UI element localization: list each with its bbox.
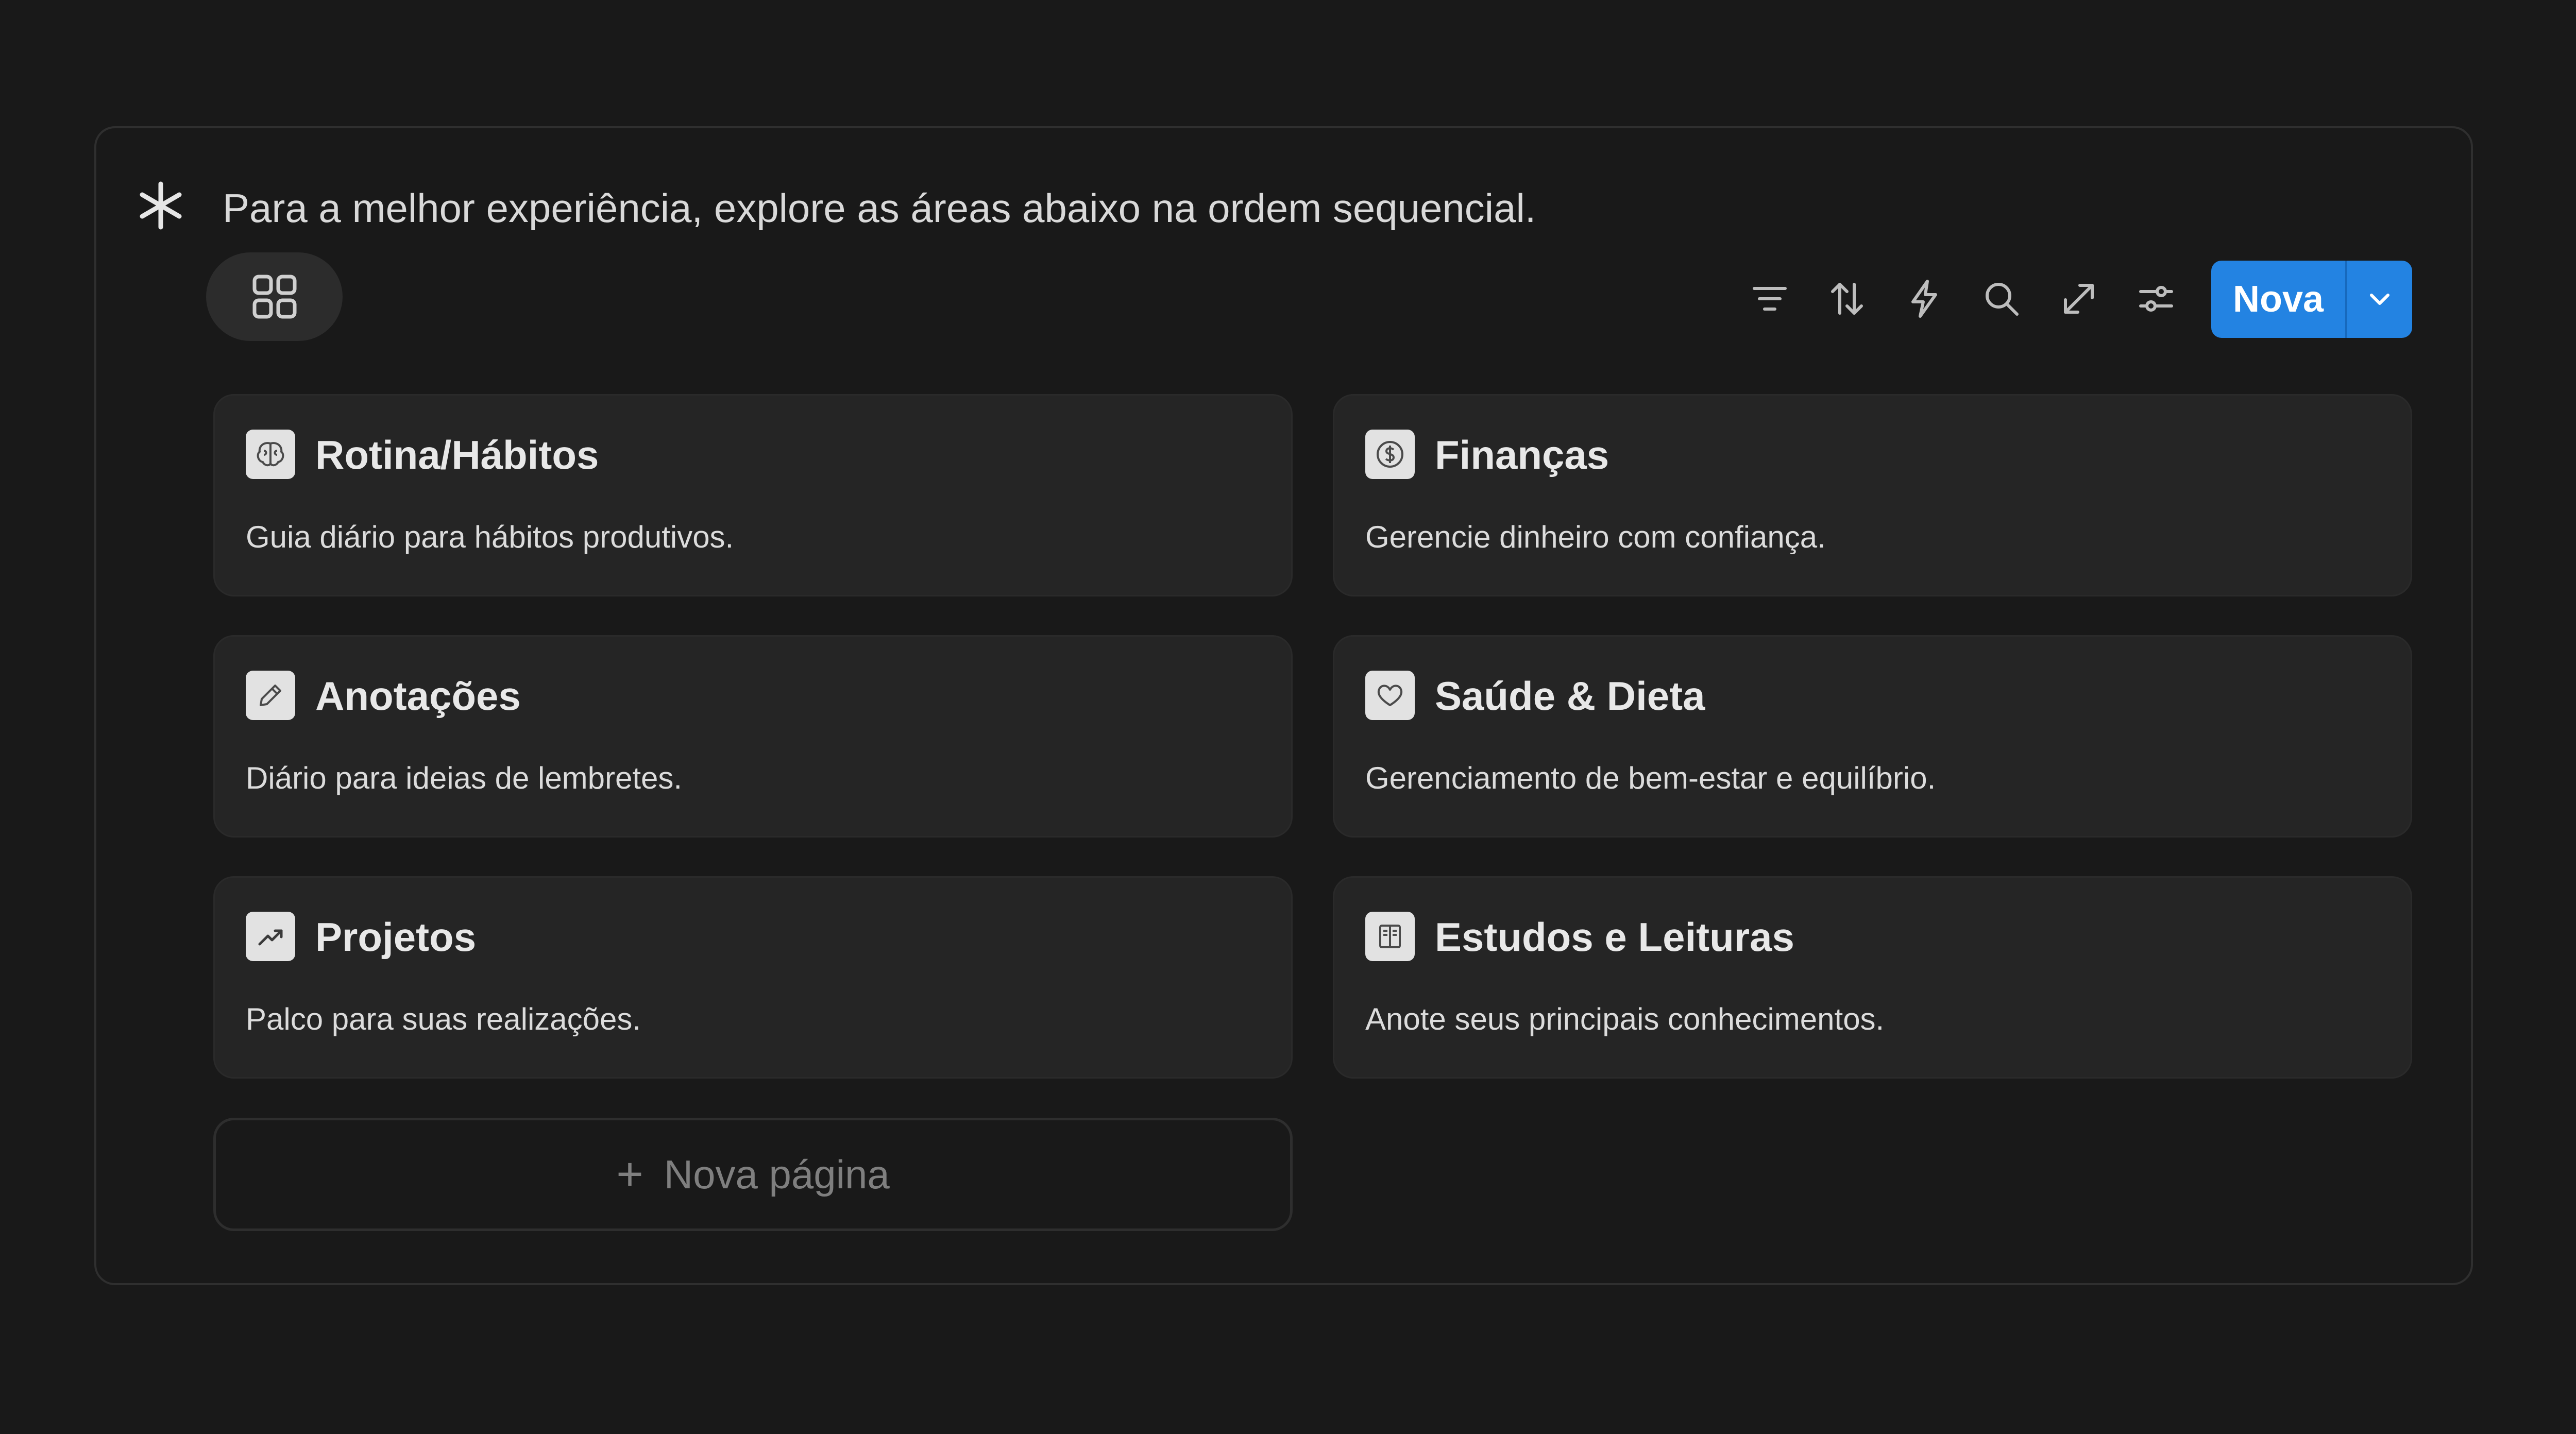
database-toolbar: [1741, 260, 2205, 337]
heart-icon: [1365, 671, 1415, 720]
card-description: Guia diário para hábitos produtivos.: [246, 520, 734, 554]
dollar-coin-icon: [1365, 430, 1415, 479]
gallery-card-anotacoes[interactable]: Anotações Diário para ideias de lembrete…: [213, 635, 1293, 838]
card-description: Anote seus principais conhecimentos.: [1365, 1002, 1885, 1036]
callout-text: Para a melhor experiência, explore as ár…: [223, 185, 1536, 231]
expand-button[interactable]: [2050, 260, 2107, 337]
sort-button[interactable]: [1819, 260, 1875, 337]
card-description: Diário para ideias de lembretes.: [246, 761, 683, 795]
gallery-card-financas[interactable]: Finanças Gerencie dinheiro com confiança…: [1333, 394, 2412, 596]
card-title: Anotações: [315, 673, 521, 719]
trend-up-icon: [246, 912, 295, 961]
card-description: Gerencie dinheiro com confiança.: [1365, 520, 1826, 554]
settings-button[interactable]: [2128, 260, 2184, 337]
gallery-card-projetos[interactable]: Projetos Palco para suas realizações.: [213, 876, 1293, 1079]
card-description: Palco para suas realizações.: [246, 1002, 641, 1036]
new-dropdown-button[interactable]: [2347, 261, 2412, 338]
gallery-card-saude[interactable]: Saúde & Dieta Gerenciamento de bem-estar…: [1333, 635, 2412, 838]
pencil-icon: [246, 671, 295, 720]
book-icon: [1365, 912, 1415, 961]
gallery-card-estudos[interactable]: Estudos e Leituras Anote seus principais…: [1333, 876, 2412, 1079]
gallery-view-tab[interactable]: [206, 252, 343, 341]
card-description: Gerenciamento de bem-estar e equilíbrio.: [1365, 761, 1936, 795]
new-button-group: Nova: [2211, 261, 2412, 338]
chevron-down-icon: [2370, 294, 2389, 305]
automation-bolt-icon: [1911, 280, 1937, 318]
automations-button[interactable]: [1896, 260, 1953, 337]
gallery-grid-icon: [252, 275, 296, 319]
expand-icon: [2064, 284, 2094, 314]
filter-icon: [1753, 287, 1787, 311]
add-page-label: Nova página: [664, 1151, 890, 1197]
sort-icon: [1831, 283, 1863, 315]
search-icon: [1986, 283, 2019, 316]
gallery-card-rotina[interactable]: Rotina/Hábitos Guia diário para hábitos …: [213, 394, 1293, 596]
search-button[interactable]: [1973, 260, 2030, 337]
plus-icon: +: [616, 1149, 643, 1200]
card-title: Estudos e Leituras: [1435, 914, 1794, 960]
card-title: Finanças: [1435, 432, 1609, 477]
new-button[interactable]: Nova: [2211, 261, 2345, 338]
card-title: Projetos: [315, 914, 477, 960]
add-page-button[interactable]: + Nova página: [213, 1118, 1293, 1231]
card-title: Saúde & Dieta: [1435, 673, 1705, 719]
filter-button[interactable]: [1741, 260, 1798, 337]
card-title: Rotina/Hábitos: [315, 432, 599, 477]
asterisk-icon: [140, 181, 182, 230]
settings-sliders-icon: [2139, 286, 2173, 312]
brain-icon: [246, 430, 295, 479]
